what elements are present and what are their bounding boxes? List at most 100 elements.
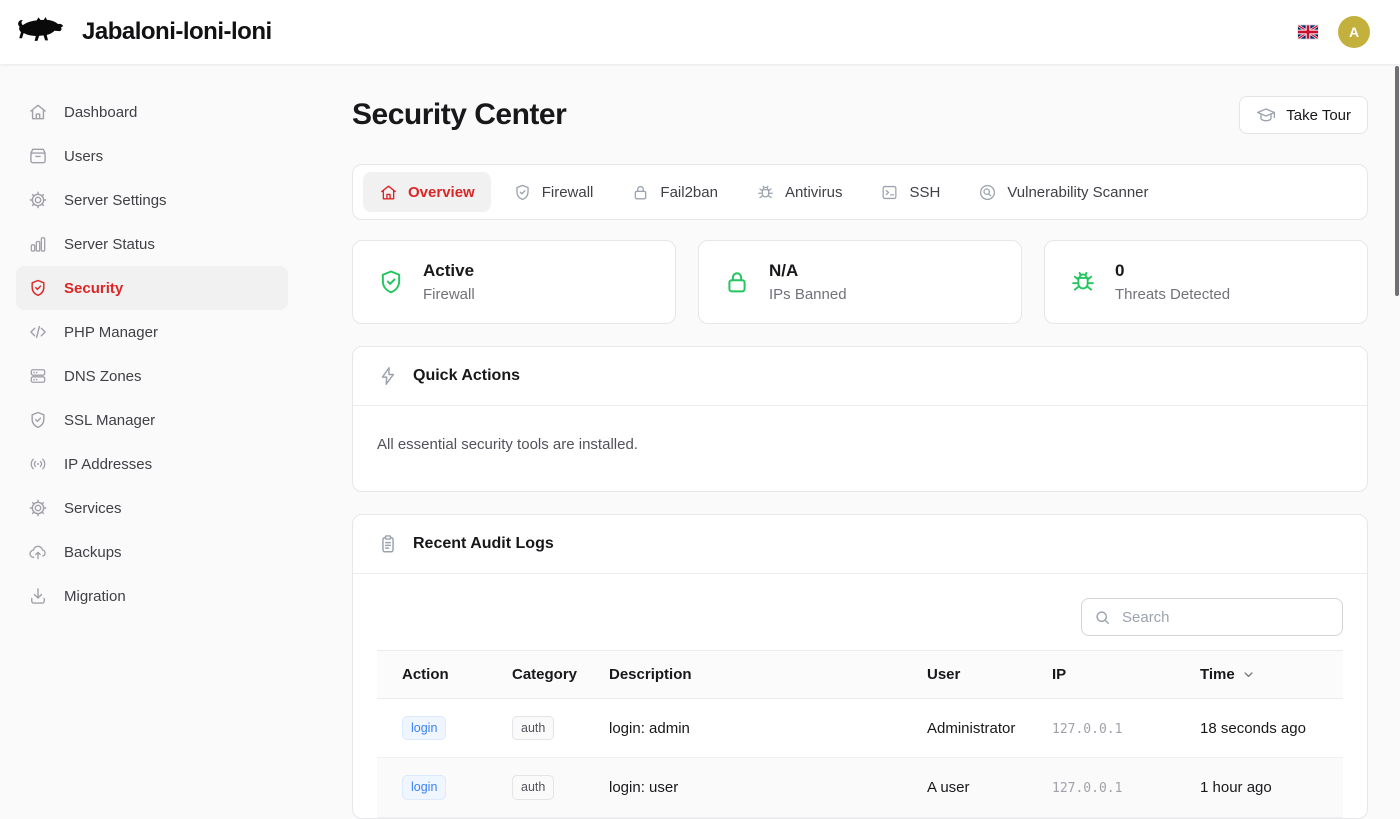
table-row: login auth login: user A user 127.0.0.1 … [377,758,1343,817]
category-badge: auth [512,775,554,799]
sidebar-item-php-manager[interactable]: PHP Manager [16,310,288,354]
column-header-category[interactable]: Category [487,651,584,699]
search-input[interactable] [1120,608,1331,627]
tab-ssh[interactable]: SSH [864,172,956,212]
sidebar-item-label: Security [64,280,123,297]
audit-search [1081,598,1343,636]
brand-title: Jabaloni-loni-loni [82,18,272,46]
audit-logs-table: Action Category Description User IP Time [377,650,1343,818]
column-header-action[interactable]: Action [377,651,487,699]
security-tabs: Overview Firewall Fail2ban Antivirus SSH… [352,164,1368,220]
tab-label: Fail2ban [660,184,718,201]
shield-check-icon [28,410,48,430]
broadcast-icon [28,454,48,474]
column-header-description[interactable]: Description [584,651,902,699]
main-content: Security Center Take Tour Overview Firew… [304,64,1400,800]
sidebar-item-dashboard[interactable]: Dashboard [16,90,288,134]
language-flag-uk-icon[interactable] [1298,25,1318,39]
column-header-user[interactable]: User [902,651,1027,699]
quick-actions-message: All essential security tools are install… [353,406,1367,491]
sidebar-item-migration[interactable]: Migration [16,574,288,618]
bolt-icon [377,365,399,387]
vertical-scrollbar[interactable] [1395,66,1399,296]
stat-label: IPs Banned [769,286,847,303]
tab-label: SSH [909,184,940,201]
column-header-time[interactable]: Time [1175,651,1343,699]
tab-firewall[interactable]: Firewall [497,172,610,212]
tab-label: Vulnerability Scanner [1007,184,1148,201]
search-icon [1093,608,1112,627]
home-icon [28,102,48,122]
archive-box-icon [28,146,48,166]
sidebar-item-label: Server Status [64,236,155,253]
sidebar-item-services[interactable]: Services [16,486,288,530]
sidebar-item-label: Backups [64,544,122,561]
brand[interactable]: Jabaloni-loni-loni [16,14,272,50]
sidebar-item-label: Server Settings [64,192,167,209]
take-tour-button[interactable]: Take Tour [1239,96,1368,134]
sidebar-item-ssl-manager[interactable]: SSL Manager [16,398,288,442]
shield-check-icon [377,268,405,296]
scanner-circle-icon [978,183,997,202]
category-badge: auth [512,716,554,740]
sidebar-item-label: SSL Manager [64,412,155,429]
sidebar-item-label: PHP Manager [64,324,158,341]
top-bar: Jabaloni-loni-loni A [0,0,1400,64]
code-icon [28,322,48,342]
cloud-upload-icon [28,542,48,562]
table-header-row: Action Category Description User IP Time [377,651,1343,699]
download-icon [28,586,48,606]
log-time: 18 seconds ago [1175,699,1343,758]
bar-chart-icon [28,234,48,254]
sidebar-item-label: Users [64,148,103,165]
stat-card-ips-banned: N/A IPs Banned [698,240,1022,324]
lock-icon [631,183,650,202]
sidebar-item-label: Migration [64,588,126,605]
tab-fail2ban[interactable]: Fail2ban [615,172,734,212]
gear-icon [28,190,48,210]
log-user: A user [902,758,1027,817]
server-stack-icon [28,366,48,386]
section-title: Recent Audit Logs [413,535,554,553]
action-badge: login [402,775,446,799]
take-tour-label: Take Tour [1286,107,1351,124]
sidebar-item-users[interactable]: Users [16,134,288,178]
stat-card-threats: 0 Threats Detected [1044,240,1368,324]
sidebar-item-backups[interactable]: Backups [16,530,288,574]
bug-icon [756,183,775,202]
lock-icon [723,268,751,296]
sidebar-item-label: Services [64,500,122,517]
section-title: Quick Actions [413,367,520,385]
tab-label: Antivirus [785,184,843,201]
stat-value: N/A [769,261,847,281]
shield-check-icon [28,278,48,298]
bug-icon [1069,268,1097,296]
sidebar-item-server-status[interactable]: Server Status [16,222,288,266]
tab-antivirus[interactable]: Antivirus [740,172,859,212]
stat-label: Threats Detected [1115,286,1230,303]
user-avatar[interactable]: A [1338,16,1370,48]
audit-logs-card: Recent Audit Logs Action [352,514,1368,819]
action-badge: login [402,716,446,740]
log-description: login: user [584,758,902,817]
column-header-ip[interactable]: IP [1027,651,1175,699]
sidebar: Dashboard Users Server Settings Server S… [0,64,304,800]
boar-logo-icon [16,14,66,50]
stat-value: Active [423,261,475,281]
tab-vulnerability-scanner[interactable]: Vulnerability Scanner [962,172,1164,212]
log-ip: 127.0.0.1 [1052,722,1122,737]
sidebar-item-label: IP Addresses [64,456,152,473]
shield-check-icon [513,183,532,202]
sidebar-item-dns-zones[interactable]: DNS Zones [16,354,288,398]
clipboard-icon [377,533,399,555]
log-ip: 127.0.0.1 [1052,781,1122,796]
sidebar-item-security[interactable]: Security [16,266,288,310]
home-icon [379,183,398,202]
tab-overview[interactable]: Overview [363,172,491,212]
gear-icon [28,498,48,518]
sidebar-item-ip-addresses[interactable]: IP Addresses [16,442,288,486]
log-description: login: admin [584,699,902,758]
log-user: Administrator [902,699,1027,758]
stat-card-firewall: Active Firewall [352,240,676,324]
sidebar-item-server-settings[interactable]: Server Settings [16,178,288,222]
